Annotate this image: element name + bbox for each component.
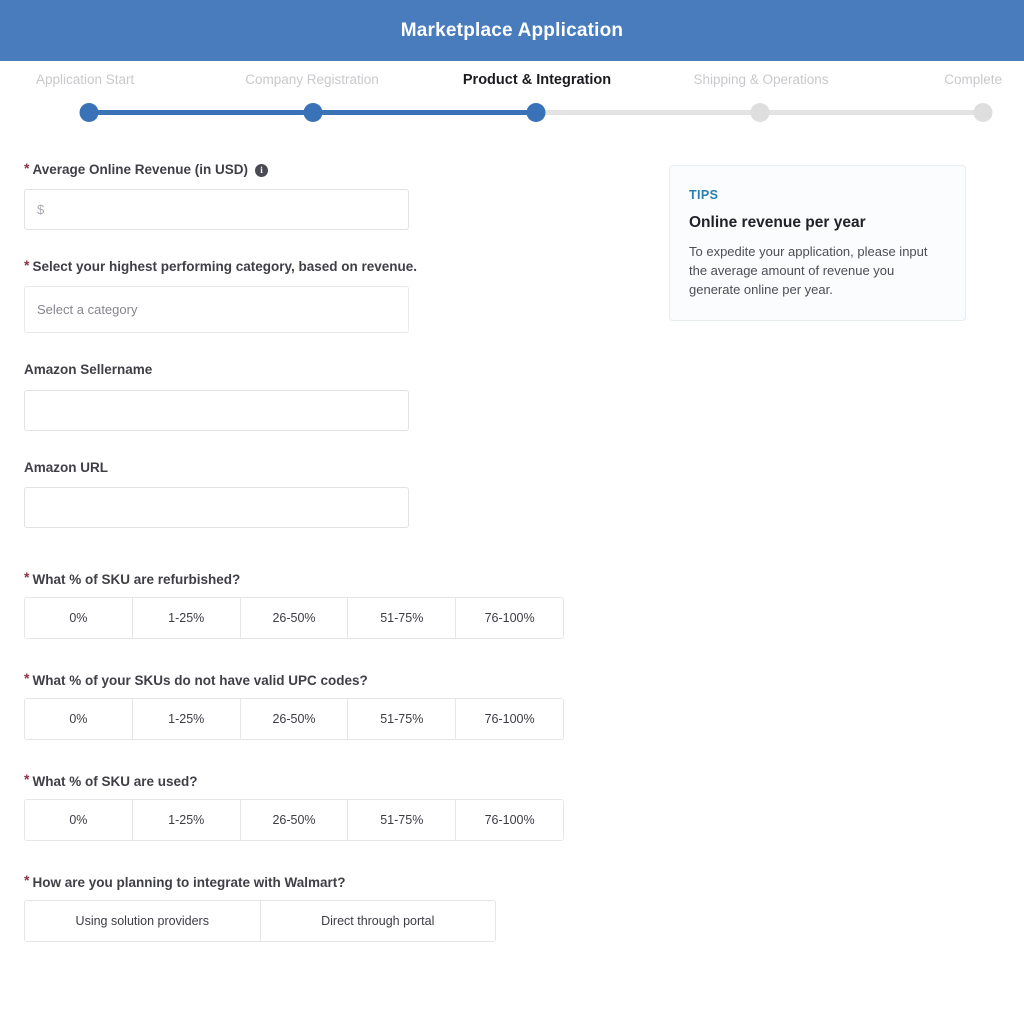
page-title: Marketplace Application	[400, 19, 624, 41]
stepper-labels: Application Start Company Registration Pro…	[0, 61, 1024, 101]
amazon-sellername-input[interactable]	[24, 389, 409, 431]
segmented-block-0: * What % of SKU are refurbished? 0% 1-25% 26…	[24, 568, 624, 639]
segmented-label-0: * What % of SKU are refurbished?	[24, 568, 624, 587]
segmented-option-2-4[interactable]: 76-100%	[456, 799, 563, 840]
label-text: Amazon Sellername	[24, 362, 153, 378]
amazon-url-input[interactable]	[24, 486, 409, 528]
stepper-track-segment-0	[89, 110, 313, 115]
stepper-track-segment-2	[536, 110, 760, 115]
stepper-dot-0[interactable]	[79, 103, 99, 122]
required-asterisk: *	[24, 669, 30, 686]
stepper-dot-2[interactable]	[526, 103, 546, 122]
segmented-option-0-1[interactable]: 1-25%	[132, 597, 241, 638]
stepper-label-2[interactable]: Product & Integration	[463, 72, 611, 88]
field-amazon-sellername: Amazon Sellername	[24, 362, 624, 431]
segmented-option-0-4[interactable]: 76-100%	[456, 597, 563, 638]
segmented-option-0-0[interactable]: 0%	[25, 597, 133, 638]
segmented-option-2-0[interactable]: 0%	[25, 799, 133, 840]
stepper-dot-1[interactable]	[303, 103, 322, 122]
stepper-label-0[interactable]: Application Start	[36, 72, 134, 87]
segmented-option-2-1[interactable]: 1-25%	[132, 799, 241, 840]
segmented-label-1: * What % of your SKUs do not have valid U…	[24, 669, 624, 688]
label-amazon-url: Amazon URL	[24, 460, 624, 476]
label-highest-performing-category: * Select your highest performing categor…	[24, 257, 624, 275]
required-asterisk: *	[24, 770, 30, 787]
app-header: Marketplace Application	[0, 0, 1024, 61]
segmented-questions: * What % of SKU are refurbished? 0% 1-25% 26…	[24, 568, 624, 942]
label-text: Select your highest performing category,…	[32, 259, 418, 275]
segmented-label-3: * How are you planning to integrate with …	[24, 871, 624, 890]
required-asterisk: *	[24, 871, 30, 888]
stepper-label-3[interactable]: Shipping & Operations	[693, 72, 828, 87]
label-text: What % of SKU are used?	[32, 773, 198, 789]
stepper-dot-3[interactable]	[750, 103, 769, 122]
segmented-group-2: 0% 1-25% 26-50% 51-75% 76-100%	[24, 798, 564, 841]
segmented-option-3-1[interactable]: Direct through portal	[260, 900, 495, 941]
required-asterisk: *	[24, 257, 30, 274]
required-asterisk: *	[24, 568, 30, 585]
form-column: * Average Online Revenue (in USD) i * Se…	[24, 160, 624, 976]
field-average-online-revenue: * Average Online Revenue (in USD) i	[24, 160, 624, 231]
stepper-dot-4[interactable]	[973, 103, 993, 122]
tips-card: TIPS Online revenue per year To expedite…	[669, 165, 966, 321]
stepper-track	[0, 101, 1024, 135]
segmented-group-3: Using solution providers Direct through p…	[24, 899, 496, 942]
segmented-option-0-3[interactable]: 51-75%	[348, 597, 457, 638]
label-amazon-sellername: Amazon Sellername	[24, 362, 624, 378]
segmented-label-2: * What % of SKU are used?	[24, 770, 624, 789]
required-asterisk: *	[24, 160, 30, 177]
segmented-option-1-4[interactable]: 76-100%	[456, 698, 563, 739]
field-highest-performing-category: * Select your highest performing categor…	[24, 257, 624, 334]
stepper-label-4[interactable]: Complete	[944, 72, 1002, 87]
segmented-block-2: * What % of SKU are used? 0% 1-25% 26-50% 51-…	[24, 770, 624, 841]
tips-body: To expedite your application, please inp…	[689, 244, 928, 298]
progress-stepper: Application Start Company Registration Pro…	[0, 61, 1024, 136]
stepper-label-1[interactable]: Company Registration	[245, 72, 379, 87]
segmented-option-3-0[interactable]: Using solution providers	[25, 900, 261, 941]
category-select[interactable]: Select a category	[24, 286, 409, 334]
segmented-option-1-1[interactable]: 1-25%	[132, 698, 241, 739]
segmented-group-1: 0% 1-25% 26-50% 51-75% 76-100%	[24, 697, 564, 740]
tips-heading: Online revenue per year	[689, 214, 866, 231]
segmented-option-1-3[interactable]: 51-75%	[348, 698, 457, 739]
label-text: What % of your SKUs do not have valid UP…	[32, 672, 368, 688]
info-icon[interactable]: i	[255, 163, 269, 177]
segmented-option-2-2[interactable]: 26-50%	[240, 799, 349, 840]
segmented-option-2-3[interactable]: 51-75%	[348, 799, 457, 840]
label-text: What % of SKU are refurbished?	[32, 571, 241, 587]
stepper-track-segment-3	[759, 110, 983, 115]
revenue-input[interactable]	[24, 189, 409, 231]
segmented-option-0-2[interactable]: 26-50%	[240, 597, 349, 638]
field-amazon-url: Amazon URL	[24, 460, 624, 528]
category-select-value: Select a category	[37, 302, 138, 318]
segmented-option-1-0[interactable]: 0%	[25, 698, 133, 739]
label-average-online-revenue: * Average Online Revenue (in USD) i	[24, 160, 624, 178]
segmented-option-1-2[interactable]: 26-50%	[240, 698, 349, 739]
label-text: Average Online Revenue (in USD)	[32, 162, 249, 177]
label-text: How are you planning to integrate with W…	[32, 874, 346, 890]
segmented-block-3: * How are you planning to integrate with …	[24, 871, 624, 942]
segmented-group-0: 0% 1-25% 26-50% 51-75% 76-100%	[24, 596, 564, 639]
tips-kicker: TIPS	[689, 188, 719, 202]
stepper-track-segment-1	[312, 110, 536, 115]
tips-column: TIPS Online revenue per year To expedite…	[669, 165, 966, 321]
label-text: Amazon URL	[24, 459, 108, 475]
segmented-block-1: * What % of your SKUs do not have valid U…	[24, 669, 624, 740]
